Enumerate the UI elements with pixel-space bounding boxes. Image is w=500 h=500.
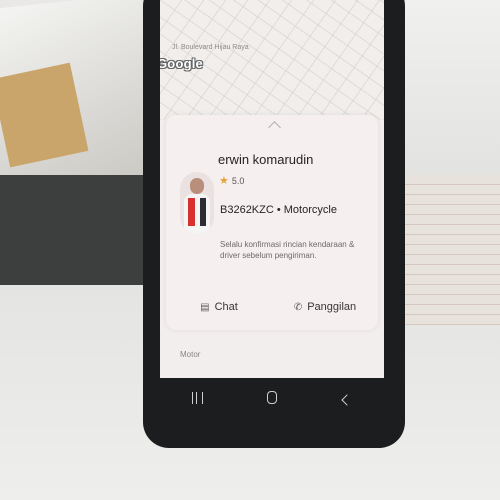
- chat-bubble-icon: ▤: [200, 301, 210, 313]
- call-button-label: Panggilan: [307, 301, 357, 313]
- rating-value: 5.0: [231, 176, 245, 186]
- background-board: [0, 175, 155, 290]
- vehicle-plate: B3262KZC • Motorcycle: [220, 204, 337, 216]
- map-view[interactable]: Jl. Boulevard Hijau Raya Google: [160, 0, 384, 120]
- chat-button-label: Chat: [214, 301, 238, 313]
- google-logo: Google: [160, 56, 203, 71]
- chevron-up-icon[interactable]: [268, 121, 281, 134]
- android-nav-bar: [160, 382, 384, 418]
- home-button[interactable]: [257, 391, 287, 409]
- driver-avatar: [180, 172, 214, 234]
- back-button[interactable]: [332, 391, 362, 409]
- driver-rating: ★ 5.0: [219, 174, 245, 187]
- service-type-label: Motor: [180, 350, 201, 359]
- call-button[interactable]: ✆ Panggilan: [272, 301, 378, 313]
- star-icon: ★: [219, 174, 229, 187]
- driver-bottom-sheet: erwin komarudin ★ 5.0 B3262KZC • Motorcy…: [166, 115, 378, 330]
- chat-button[interactable]: ▤ Chat: [166, 301, 272, 313]
- home-icon: [266, 391, 277, 404]
- recent-apps-button[interactable]: [182, 391, 212, 409]
- phone-screen: Jl. Boulevard Hijau Raya Google erwin ko…: [160, 0, 384, 378]
- phone-icon: ✆: [293, 301, 303, 313]
- driver-actions: ▤ Chat ✆ Panggilan: [166, 293, 378, 321]
- back-icon: [340, 394, 353, 406]
- recent-apps-icon: [191, 392, 203, 404]
- confirmation-note: Selalu konfirmasi rincian kendaraan & dr…: [220, 240, 355, 260]
- driver-name: erwin komarudin: [218, 152, 314, 167]
- map-street-label: Jl. Boulevard Hijau Raya: [172, 44, 249, 51]
